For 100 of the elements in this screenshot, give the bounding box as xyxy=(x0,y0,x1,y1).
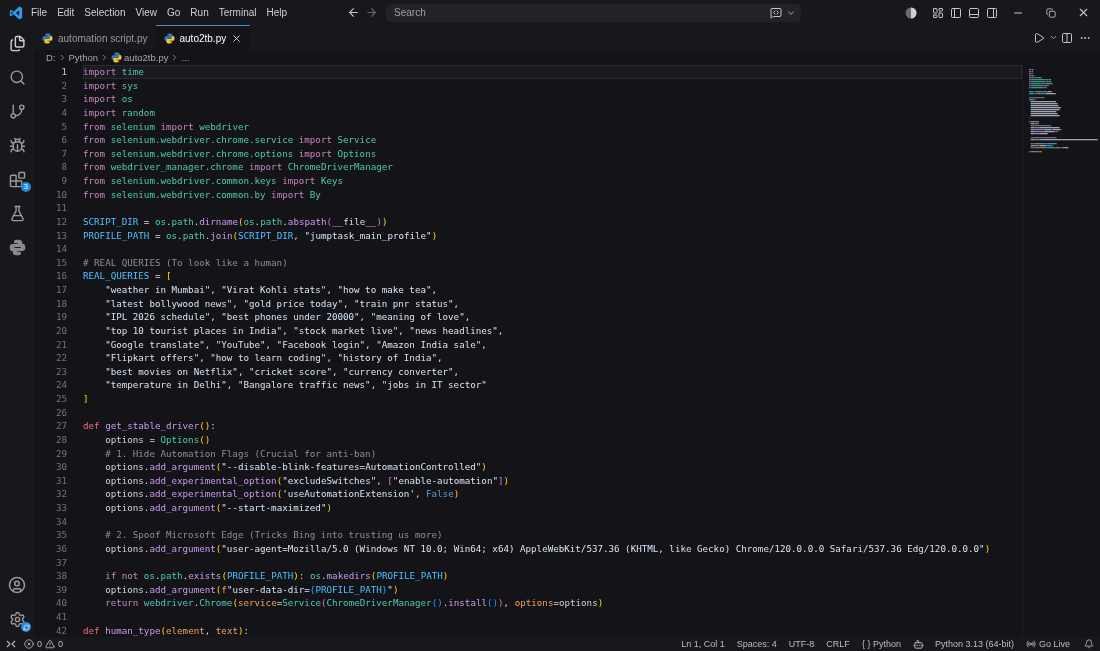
run-debug-icon[interactable] xyxy=(7,135,27,155)
code-line: from selenium.webdriver.chrome.service import Service xyxy=(83,133,377,147)
code-line: options.add_argument("user-agent=Mozilla/5.0 (Windows NT 10.0; Win64; x64) AppleWebKit/537.36 (KHTML, like Gecko) Chrome/120.0.0.0 Safari/537.36 Edg/120.0.0.0") xyxy=(104,541,991,556)
code-line: "IPL 2026 schedule", "best phones under 20000", "meaning of love", xyxy=(104,310,471,324)
line-number: 38 xyxy=(54,569,67,583)
line-number: 15 xyxy=(54,255,67,270)
code-line: options.add_argument("--start-maximized") xyxy=(104,501,332,515)
code-line: import random xyxy=(83,105,155,120)
code-line: PROFILE_PATH = os.path.join(SCRIPT_DIR, "jumptask_main_profile") xyxy=(83,228,438,243)
code-line: def get_stable_driver(): xyxy=(83,419,216,433)
status-item[interactable]: Ln 1, Col 1 xyxy=(681,639,725,649)
line-number: 25 xyxy=(54,392,67,406)
editor-tab[interactable]: auto2tb.py xyxy=(155,25,251,50)
menu-item[interactable]: Selection xyxy=(79,4,131,21)
code-line: options.add_argument(f"user-data-dir={PROFILE_PATH}") xyxy=(104,582,399,597)
line-number: 3 xyxy=(60,92,67,106)
code-line: import sys xyxy=(83,78,139,93)
copilot-icon[interactable] xyxy=(912,638,924,650)
python-file-icon xyxy=(111,52,123,63)
code-line: "top 10 tourist places in India", "stock market live", "news headlines", xyxy=(104,323,504,338)
line-number: 37 xyxy=(54,555,67,570)
code-line: # REAL QUERIES (To look like a human) xyxy=(83,255,288,270)
status-item[interactable]: { } Python xyxy=(861,639,901,649)
error-count[interactable]: 0 xyxy=(37,639,42,649)
status-item[interactable]: CRLF xyxy=(826,639,850,649)
code-line: import os xyxy=(83,92,133,106)
breadcrumb-item[interactable]: auto2tb.py xyxy=(124,52,169,63)
code-line: options = Options() xyxy=(104,432,211,447)
line-number: 21 xyxy=(54,337,67,352)
line-number: 32 xyxy=(54,487,67,501)
python-file-icon xyxy=(42,32,53,44)
line-number: 11 xyxy=(54,201,67,215)
warning-count[interactable]: 0 xyxy=(58,639,64,649)
menu-item[interactable]: View xyxy=(130,4,162,21)
warning-icon[interactable] xyxy=(45,639,55,649)
line-number: 42 xyxy=(54,623,67,637)
code-line: def human_type(element, text): xyxy=(83,623,250,637)
menu-item[interactable]: File xyxy=(26,4,53,21)
code-line: "latest bollywood news", "gold price today", "train pnr status", xyxy=(104,296,460,311)
half-circle-icon[interactable] xyxy=(905,6,917,19)
line-number: 7 xyxy=(60,146,67,161)
breadcrumb-item[interactable]: ... xyxy=(181,52,190,63)
line-number: 36 xyxy=(54,541,67,556)
line-number: 16 xyxy=(54,269,67,283)
line-number: 20 xyxy=(54,323,67,338)
line-number: 26 xyxy=(54,405,67,420)
code-line: SCRIPT_DIR = os.path.dirname(os.path.abspath(__file__)) xyxy=(83,214,388,229)
line-number: 24 xyxy=(54,378,67,392)
line-number: 35 xyxy=(54,528,67,542)
code-line: from selenium.webdriver.common.by import By xyxy=(83,187,321,202)
line-number: 8 xyxy=(60,160,67,174)
search-icon[interactable] xyxy=(7,67,27,87)
breadcrumb-item[interactable]: Python xyxy=(68,52,99,63)
close-icon[interactable] xyxy=(231,32,243,44)
code-line: "weather in Mumbai", "Virat Kohli stats", "how to make tea", xyxy=(104,283,437,297)
line-number: 40 xyxy=(54,596,67,610)
status-item[interactable]: Spaces: 4 xyxy=(736,639,777,649)
python-file-icon xyxy=(163,32,175,44)
menu-item[interactable]: Go xyxy=(162,4,186,21)
line-number: 17 xyxy=(54,283,67,297)
line-number: 29 xyxy=(54,446,67,461)
line-number: 13 xyxy=(54,228,67,243)
files-icon[interactable] xyxy=(7,33,27,53)
notifications-icon[interactable] xyxy=(1084,639,1094,649)
code-line: import time xyxy=(83,65,144,79)
line-number: 9 xyxy=(60,174,67,188)
remote-icon[interactable] xyxy=(6,639,16,649)
status-item[interactable]: Python 3.13 (64-bit) xyxy=(934,639,1014,649)
app-logo-icon xyxy=(9,5,23,20)
menu-item[interactable]: Terminal xyxy=(213,4,262,21)
source-control-icon[interactable] xyxy=(7,101,27,121)
account-icon[interactable] xyxy=(7,575,27,595)
menu-item[interactable]: Edit xyxy=(52,4,80,21)
line-number: 33 xyxy=(54,501,67,515)
breadcrumb-item[interactable]: D: xyxy=(46,52,56,63)
line-number: 10 xyxy=(54,187,67,202)
code-line: "best movies on Netflix", "cricket score", "currency converter", xyxy=(104,364,460,379)
error-icon[interactable] xyxy=(24,639,34,649)
status-item[interactable]: UTF-8 xyxy=(788,639,815,649)
line-number: 6 xyxy=(60,133,67,147)
code-line: from webdriver_manager.chrome import ChromeDriverManager xyxy=(83,160,393,174)
line-number: 27 xyxy=(54,419,67,433)
line-number: 22 xyxy=(54,351,67,365)
menu-item[interactable]: Help xyxy=(261,4,293,21)
code-line: options.add_experimental_option('useAutomationExtension', False) xyxy=(104,487,460,501)
broadcast-icon xyxy=(1025,639,1036,649)
line-number: 23 xyxy=(54,364,67,379)
search-field[interactable]: Search xyxy=(386,3,802,22)
line-number: 5 xyxy=(60,119,67,134)
status-item[interactable]: Go Live xyxy=(1038,639,1070,649)
line-number: 39 xyxy=(54,582,67,597)
line-number: 34 xyxy=(54,514,67,529)
code-line: options.add_argument("--disable-blink-features=AutomationControlled") xyxy=(104,460,487,474)
line-number: 31 xyxy=(54,473,67,488)
line-number: 4 xyxy=(60,105,67,120)
menu-item[interactable]: Run xyxy=(185,4,214,21)
code-line: "Flipkart offers", "how to learn coding", "history of India", xyxy=(104,351,443,365)
line-number: 41 xyxy=(54,610,67,624)
line-number: 28 xyxy=(54,432,67,447)
python-icon[interactable] xyxy=(7,237,27,257)
